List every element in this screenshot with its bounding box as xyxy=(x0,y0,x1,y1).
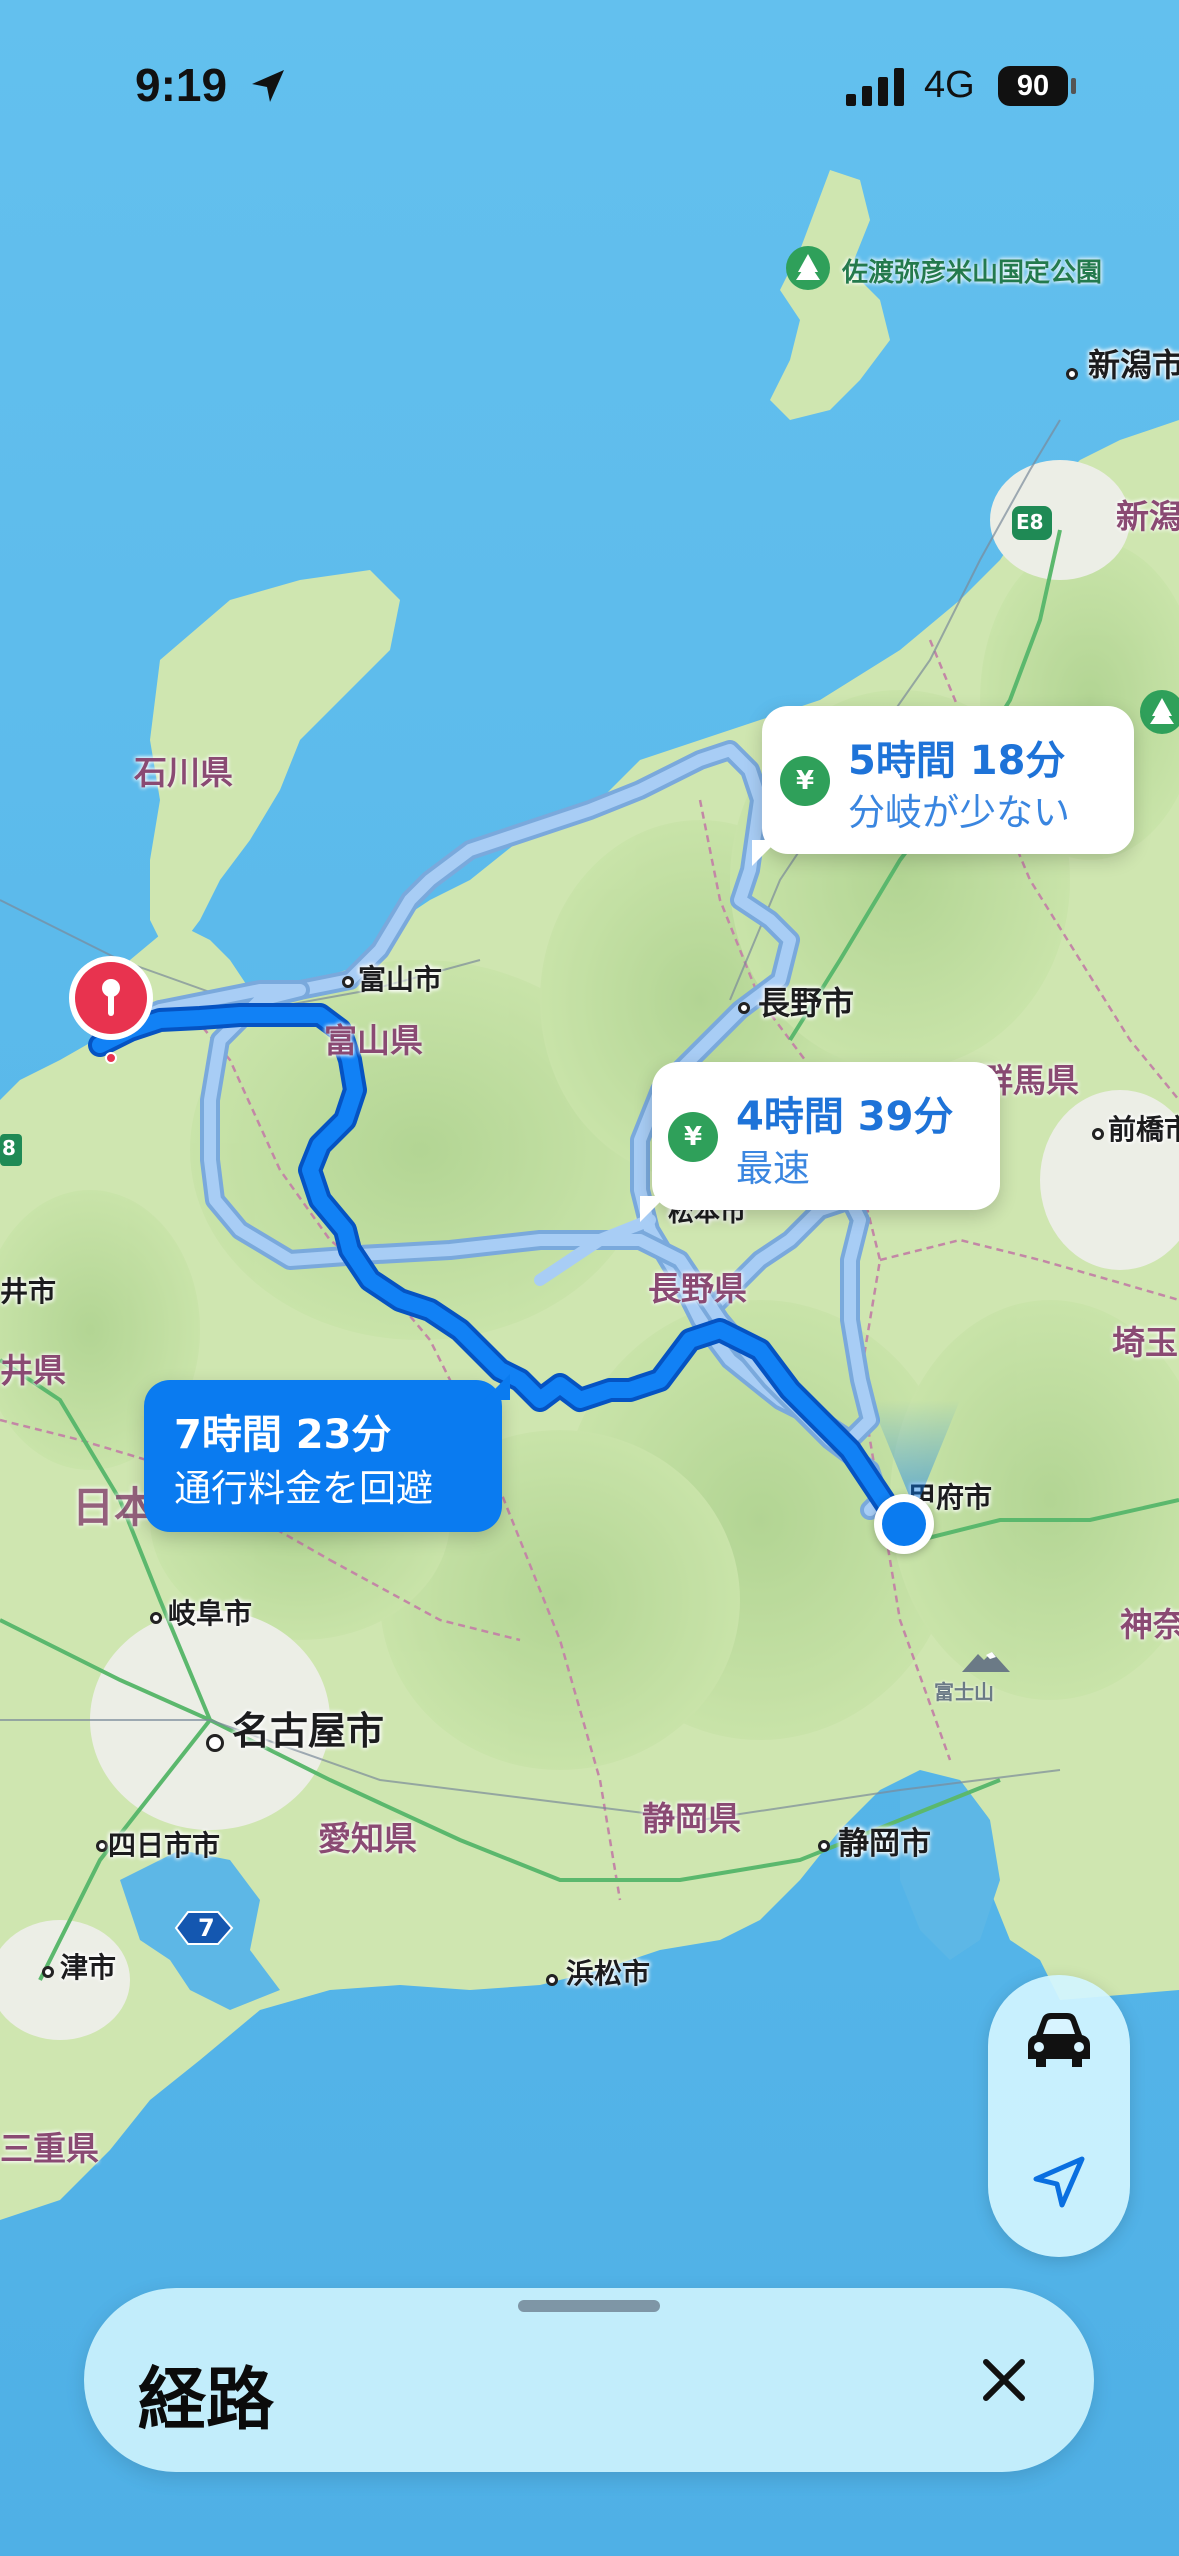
label-left-city: 井市 xyxy=(0,1275,57,1308)
label-maebashi: 前橋市 xyxy=(1108,1113,1179,1146)
status-time: 9:19 xyxy=(135,59,228,111)
route-callout-5h18[interactable]: ¥ 5時間 18分 分岐が少ない xyxy=(762,706,1134,854)
label-fukui: 井県 xyxy=(0,1351,66,1390)
map-controls xyxy=(988,1975,1130,2257)
route-note: 分岐が少ない xyxy=(848,791,1070,834)
label-kanagawa: 神奈 xyxy=(1120,1605,1179,1644)
status-bar: 9:19 4G 90 xyxy=(0,0,1179,150)
toll-icon: ¥ xyxy=(780,756,830,806)
label-left-shield: 8 xyxy=(2,1136,16,1160)
location-arrow-icon[interactable] xyxy=(1030,2153,1088,2211)
route-time: 7時間 23分 xyxy=(174,1412,392,1458)
toyama-dot xyxy=(342,976,354,988)
maebashi-dot xyxy=(1092,1128,1104,1140)
tsu-dot xyxy=(42,1966,54,1978)
niigata-dot xyxy=(1066,368,1078,380)
route-callout-4h39[interactable]: ¥ 4時間 39分 最速 xyxy=(652,1062,1000,1210)
route-note: 最速 xyxy=(736,1147,810,1190)
destination-pin[interactable] xyxy=(66,954,156,1064)
route-time: 5時間 18分 xyxy=(848,738,1066,784)
label-saitama: 埼玉 xyxy=(1112,1323,1178,1362)
battery-tip xyxy=(1071,78,1076,94)
callout-tail xyxy=(752,840,778,866)
cellular-signal-icon xyxy=(846,68,904,106)
park-tree-icon xyxy=(786,246,830,290)
label-route7: 7 xyxy=(198,1914,215,1942)
label-yokkaichi: 四日市市 xyxy=(108,1829,221,1862)
sheet-title: 経路 xyxy=(138,2361,275,2440)
label-hamamatsu: 浜松市 xyxy=(566,1957,651,1990)
label-niigata-city: 新潟市 xyxy=(1088,346,1179,384)
label-mie: 三重県 xyxy=(0,2129,99,2168)
label-tsu: 津市 xyxy=(60,1951,117,1984)
label-nagoya: 名古屋市 xyxy=(232,1709,385,1753)
label-toyama-pref: 富山県 xyxy=(324,1021,423,1060)
label-shizuoka-city: 静岡市 xyxy=(838,1826,931,1862)
label-fuji: 富士山 xyxy=(934,1680,994,1704)
battery-icon: 90 xyxy=(998,66,1068,106)
label-niigata-pref: 新潟 xyxy=(1116,497,1179,536)
yokkaichi-dot xyxy=(96,1840,108,1852)
label-aichi: 愛知県 xyxy=(318,1819,417,1858)
current-location-dot[interactable] xyxy=(874,1494,934,1554)
location-services-icon xyxy=(252,70,284,102)
label-ishikawa: 石川県 xyxy=(134,753,233,792)
nagoya-dot xyxy=(206,1734,224,1752)
label-nagano-city: 長野市 xyxy=(758,984,855,1022)
route-note: 通行料金を回避 xyxy=(174,1467,433,1510)
label-toyama-city: 富山市 xyxy=(358,963,443,996)
route-sheet[interactable]: 経路 xyxy=(84,2288,1094,2472)
label-e8: E8 xyxy=(1016,510,1044,534)
gifu-dot xyxy=(150,1612,162,1624)
nagano-dot xyxy=(738,1002,750,1014)
label-shizuoka-pref: 静岡県 xyxy=(642,1799,741,1838)
shizuoka-dot xyxy=(818,1840,830,1852)
callout-tail xyxy=(484,1374,510,1400)
label-nagano-pref: 長野県 xyxy=(648,1269,747,1308)
network-type: 4G xyxy=(924,64,975,106)
car-icon[interactable] xyxy=(1024,2009,1094,2071)
hamamatsu-dot xyxy=(546,1974,558,1986)
label-gifu: 岐阜市 xyxy=(168,1597,253,1630)
sheet-grabber[interactable] xyxy=(518,2300,660,2312)
close-icon[interactable] xyxy=(964,2340,1044,2420)
callout-tail xyxy=(640,1196,666,1222)
toll-icon: ¥ xyxy=(668,1112,718,1162)
route-time: 4時間 39分 xyxy=(736,1094,954,1140)
label-sado-park: 佐渡弥彦米山国定公園 xyxy=(842,258,1103,288)
route-callout-7h23[interactable]: 7時間 23分 通行料金を回避 xyxy=(144,1380,502,1532)
